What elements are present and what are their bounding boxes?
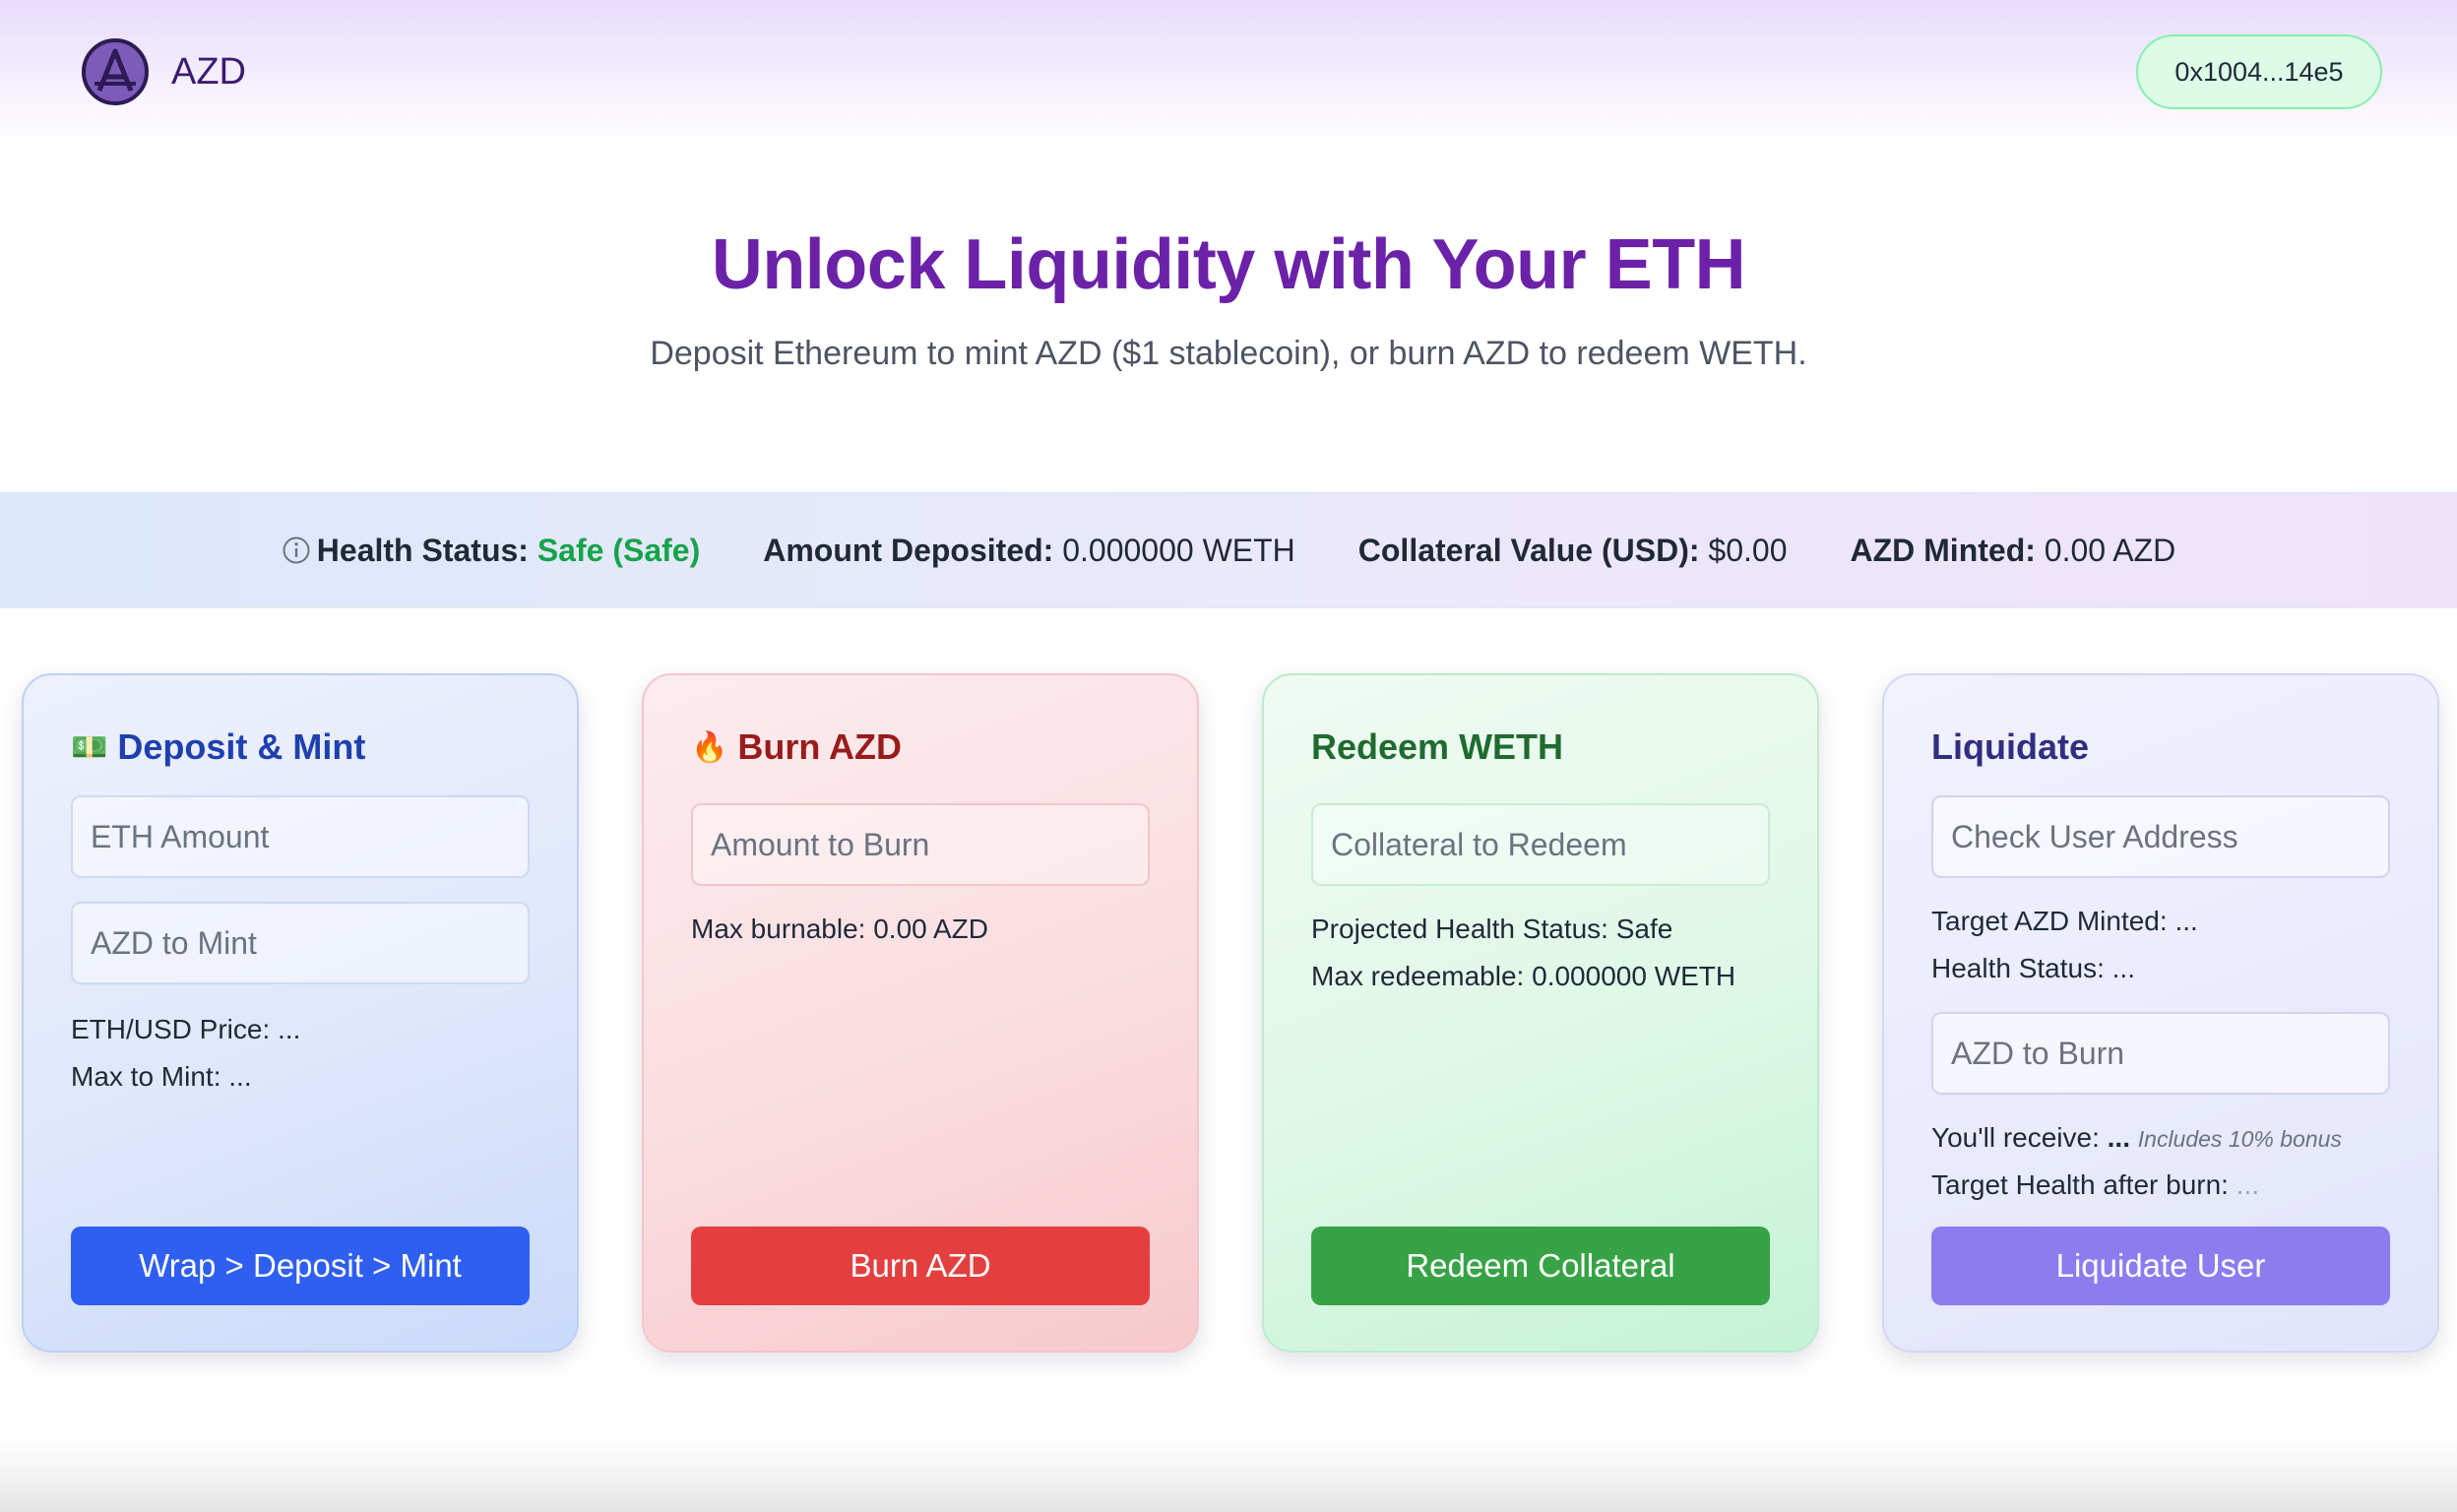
- redeem-weth-card: Redeem WETH Projected Health Status: Saf…: [1262, 673, 1819, 1353]
- max-to-mint: Max to Mint: ...: [71, 1061, 252, 1093]
- health-status-value: Safe (Safe): [536, 532, 701, 568]
- max-redeemable-value: 0.000000 WETH: [1532, 961, 1736, 991]
- top-header: AZD 0x1004...14e5: [0, 0, 2457, 146]
- collateral-value: Collateral Value (USD): $0.00: [1358, 533, 1788, 569]
- amount-deposited-label: Amount Deposited:: [763, 532, 1054, 568]
- brand-name: AZD: [171, 50, 246, 93]
- burn-azd-card: 🔥 Burn AZD Max burnable: 0.00 AZD Burn A…: [642, 673, 1199, 1353]
- azd-minted-value: 0.00 AZD: [2044, 532, 2176, 568]
- max-burnable-label: Max burnable:: [691, 914, 866, 944]
- redeem-collateral-button[interactable]: Redeem Collateral: [1311, 1227, 1770, 1305]
- collateral-value-amount: $0.00: [1708, 532, 1788, 568]
- azd-logo-icon: [82, 38, 149, 105]
- receive-label: You'll receive:: [1931, 1122, 2100, 1153]
- collateral-value-label: Collateral Value (USD):: [1357, 532, 1700, 568]
- position-status-bar: Health Status: Safe (Safe) Amount Deposi…: [0, 492, 2457, 608]
- liquidate-card: Liquidate Target AZD Minted: ... Health …: [1882, 673, 2439, 1353]
- redeem-weth-title-text: Redeem WETH: [1311, 726, 1564, 767]
- deposit-mint-title: 💵 Deposit & Mint: [71, 726, 365, 768]
- liquidate-user-button[interactable]: Liquidate User: [1931, 1227, 2390, 1305]
- health-status-label: Health Status:: [316, 532, 529, 568]
- eth-usd-price-label: ETH/USD Price:: [71, 1014, 271, 1044]
- liquidate-title-text: Liquidate: [1931, 726, 2089, 767]
- brand[interactable]: AZD: [81, 37, 246, 106]
- projected-health-label: Projected Health Status:: [1311, 914, 1608, 944]
- target-azd-minted-value: ...: [2174, 906, 2198, 936]
- max-burnable: Max burnable: 0.00 AZD: [691, 914, 988, 945]
- burn-azd-title-text: Burn AZD: [737, 726, 902, 767]
- deposit-mint-title-text: Deposit & Mint: [117, 726, 366, 767]
- target-health-status-label: Health Status:: [1931, 953, 2105, 983]
- liquidate-title: Liquidate: [1931, 726, 2089, 768]
- amount-deposited-value: 0.000000 WETH: [1062, 532, 1295, 568]
- burn-azd-button[interactable]: Burn AZD: [691, 1227, 1150, 1305]
- fire-icon: 🔥: [691, 730, 728, 764]
- deposit-mint-card: 💵 Deposit & Mint ETH/USD Price: ... Max …: [22, 673, 579, 1353]
- health-status: Health Status: Safe (Safe): [282, 533, 700, 569]
- liquidation-receive: You'll receive: ... Includes 10% bonus: [1931, 1122, 2342, 1154]
- max-redeemable: Max redeemable: 0.000000 WETH: [1311, 961, 1735, 992]
- check-user-address-input[interactable]: [1931, 795, 2390, 878]
- max-redeemable-label: Max redeemable:: [1311, 961, 1525, 991]
- azd-to-mint-input[interactable]: [71, 902, 530, 984]
- eth-usd-price: ETH/USD Price: ...: [71, 1014, 300, 1045]
- max-to-mint-value: ...: [228, 1061, 252, 1092]
- azd-to-burn-input[interactable]: [1931, 1012, 2390, 1095]
- eth-usd-price-value: ...: [278, 1014, 301, 1044]
- wrap-deposit-mint-button[interactable]: Wrap > Deposit > Mint: [71, 1227, 530, 1305]
- max-to-mint-label: Max to Mint:: [71, 1061, 221, 1092]
- bonus-note: Includes 10% bonus: [2137, 1126, 2342, 1152]
- amount-deposited: Amount Deposited: 0.000000 WETH: [763, 533, 1295, 569]
- collateral-to-redeem-input[interactable]: [1311, 803, 1770, 886]
- burn-azd-title: 🔥 Burn AZD: [691, 726, 902, 768]
- info-circle-icon[interactable]: [282, 536, 311, 565]
- receive-value: ...: [2107, 1122, 2130, 1153]
- page-title: Unlock Liquidity with Your ETH: [711, 225, 1746, 304]
- target-health-status-value: ...: [2111, 953, 2135, 983]
- target-azd-minted: Target AZD Minted: ...: [1931, 906, 2198, 937]
- money-icon: 💵: [71, 730, 108, 764]
- target-health-after-burn-value: ...: [2236, 1169, 2260, 1200]
- eth-amount-input[interactable]: [71, 795, 530, 878]
- max-burnable-value: 0.00 AZD: [873, 914, 988, 944]
- projected-health-value: Safe: [1615, 914, 1673, 944]
- target-health-after-burn-label: Target Health after burn:: [1931, 1169, 2229, 1200]
- projected-health-status: Projected Health Status: Safe: [1311, 914, 1672, 945]
- target-health-status: Health Status: ...: [1931, 953, 2135, 984]
- azd-minted-label: AZD Minted:: [1850, 532, 2036, 568]
- target-azd-minted-label: Target AZD Minted:: [1931, 906, 2168, 936]
- page-bottom-shade: [0, 1437, 2457, 1512]
- redeem-weth-title: Redeem WETH: [1311, 726, 1563, 768]
- azd-minted: AZD Minted: 0.00 AZD: [1850, 533, 2175, 569]
- page-subtitle: Deposit Ethereum to mint AZD ($1 stablec…: [650, 335, 1807, 372]
- amount-to-burn-input[interactable]: [691, 803, 1150, 886]
- target-health-after-burn: Target Health after burn: ...: [1931, 1169, 2259, 1201]
- wallet-address-button[interactable]: 0x1004...14e5: [2136, 34, 2382, 109]
